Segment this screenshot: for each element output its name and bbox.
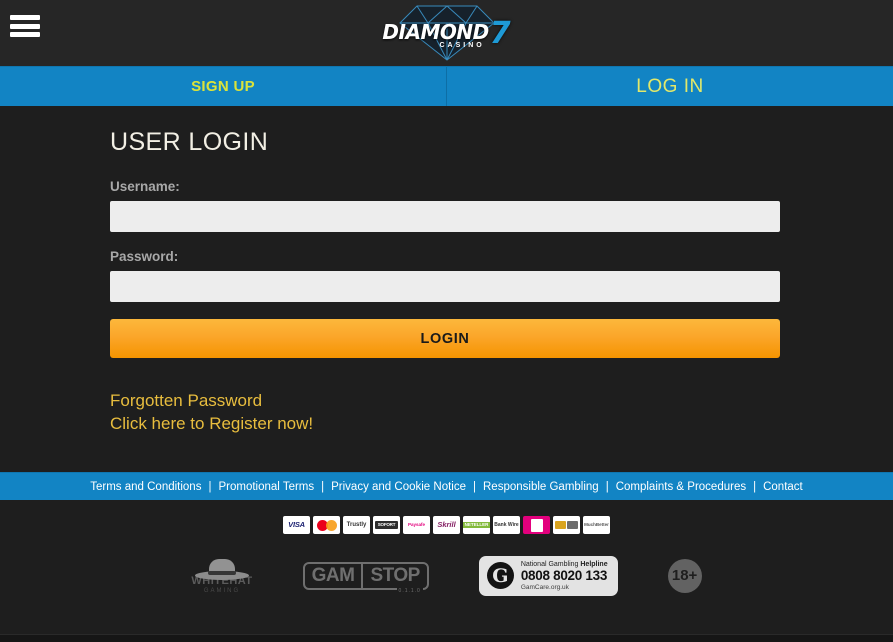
footer-separator: | (605, 480, 609, 493)
gamcare-logo-icon: G (486, 562, 514, 590)
white-hat-icon (195, 558, 249, 582)
mastercard-icon (313, 516, 340, 534)
bank-transfer-label: Bank Wire (494, 521, 519, 528)
paysafecard-glyph (530, 518, 543, 532)
page-title: USER LOGIN (110, 128, 269, 156)
site-header: DIAMOND 7 CASINO (0, 0, 893, 66)
logo-subtitle: CASINO (439, 42, 485, 49)
neteller-label: NETELLER (463, 521, 490, 529)
footer-link-responsible-gambling[interactable]: Responsible Gambling (483, 481, 599, 493)
username-label: Username: (110, 179, 180, 194)
hamburger-bar-2 (10, 23, 40, 29)
footer-badges-area: VISA Trustly SOFORT Paysafe Skrill NETEL… (0, 500, 893, 640)
gamcare-headline-normal: National Gambling (520, 561, 581, 568)
auth-links: Forgotten Password Click here to Registe… (110, 390, 780, 436)
gamstop-badge[interactable]: GAM STOP 0.1.1.0 (302, 561, 429, 594)
username-field-block: Username: (110, 179, 780, 232)
logo-numeral: 7 (489, 16, 511, 52)
whitehat-sublabel: GAMING (203, 587, 241, 594)
footer-link-complaints[interactable]: Complaints & Procedures (616, 481, 746, 493)
trustly-icon: Trustly (343, 516, 370, 534)
username-input[interactable] (110, 201, 780, 232)
logo-wordmark: DIAMOND (382, 20, 489, 45)
bottom-strip (0, 634, 893, 642)
skrill-icon: Skrill (433, 516, 460, 534)
ecopayz-icon (553, 516, 580, 534)
sofort-icon: SOFORT (373, 516, 400, 534)
password-label: Password: (110, 249, 179, 264)
compliance-badges-row: WHITEHAT GAMING GAM STOP 0.1.1.0 G Natio… (0, 556, 893, 596)
ecopayz-glyph-b (567, 521, 578, 529)
hamburger-menu-icon[interactable] (10, 13, 40, 39)
gamcare-phone: 0808 8020 133 (520, 567, 608, 583)
hamburger-bar-1 (10, 15, 40, 20)
register-link[interactable]: Click here to Register now! (110, 413, 780, 436)
footer-link-contact[interactable]: Contact (763, 481, 803, 493)
login-button[interactable]: LOGIN (110, 319, 780, 358)
payment-methods-row: VISA Trustly SOFORT Paysafe Skrill NETEL… (0, 516, 893, 534)
footer-link-terms[interactable]: Terms and Conditions (90, 481, 201, 493)
footer-link-bar: Terms and Conditions | Promotional Terms… (0, 472, 893, 500)
trustly-label: Trustly (346, 522, 367, 528)
gamcare-text-block: National Gambling Helpline 0808 8020 133… (521, 561, 608, 591)
footer-separator: | (753, 480, 757, 493)
gamcare-helpline-badge[interactable]: G National Gambling Helpline 0808 8020 1… (478, 556, 618, 596)
gamcare-website: GamCare.org.uk (520, 583, 569, 591)
password-field-block: Password: (110, 249, 780, 302)
visa-icon: VISA (283, 516, 310, 534)
footer-separator: | (208, 480, 212, 493)
login-form: USER LOGIN Username: Password: LOGIN For… (110, 128, 780, 436)
paysafecard-icon (523, 516, 550, 534)
footer-separator: | (321, 480, 325, 493)
footer-link-privacy[interactable]: Privacy and Cookie Notice (331, 481, 466, 493)
password-input[interactable] (110, 271, 780, 302)
forgotten-password-link[interactable]: Forgotten Password (110, 390, 780, 413)
muchbetter-icon: MuchBetter (583, 516, 610, 534)
sofort-label: SOFORT (374, 520, 399, 530)
hamburger-bar-3 (10, 32, 40, 37)
tab-log-in[interactable]: LOG IN (447, 67, 893, 106)
footer-link-promotional-terms[interactable]: Promotional Terms (218, 481, 314, 493)
gamstop-label-part2: STOP (370, 564, 420, 586)
mastercard-circle-right (325, 519, 337, 531)
auth-tab-bar: SIGN UP LOG IN (0, 66, 893, 106)
gamstop-sublabel: 0.1.1.0 (396, 587, 423, 594)
neteller-icon: NETELLER (463, 516, 490, 534)
whitehat-gaming-badge: WHITEHAT GAMING (191, 558, 252, 594)
gamcare-headline-bold: Helpline (580, 561, 608, 568)
main-content: USER LOGIN Username: Password: LOGIN For… (0, 106, 893, 472)
ecopayz-glyph-a (555, 521, 566, 529)
tab-sign-up[interactable]: SIGN UP (0, 67, 447, 106)
gamstop-label-part1: GAM (311, 564, 355, 586)
hat-band (208, 570, 236, 575)
footer-separator: | (473, 480, 476, 493)
site-logo[interactable]: DIAMOND 7 CASINO (382, 2, 512, 64)
bank-transfer-icon: Bank Wire (493, 516, 520, 534)
age-restriction-badge: 18+ (667, 558, 702, 593)
paysafe-icon: Paysafe (403, 516, 430, 534)
